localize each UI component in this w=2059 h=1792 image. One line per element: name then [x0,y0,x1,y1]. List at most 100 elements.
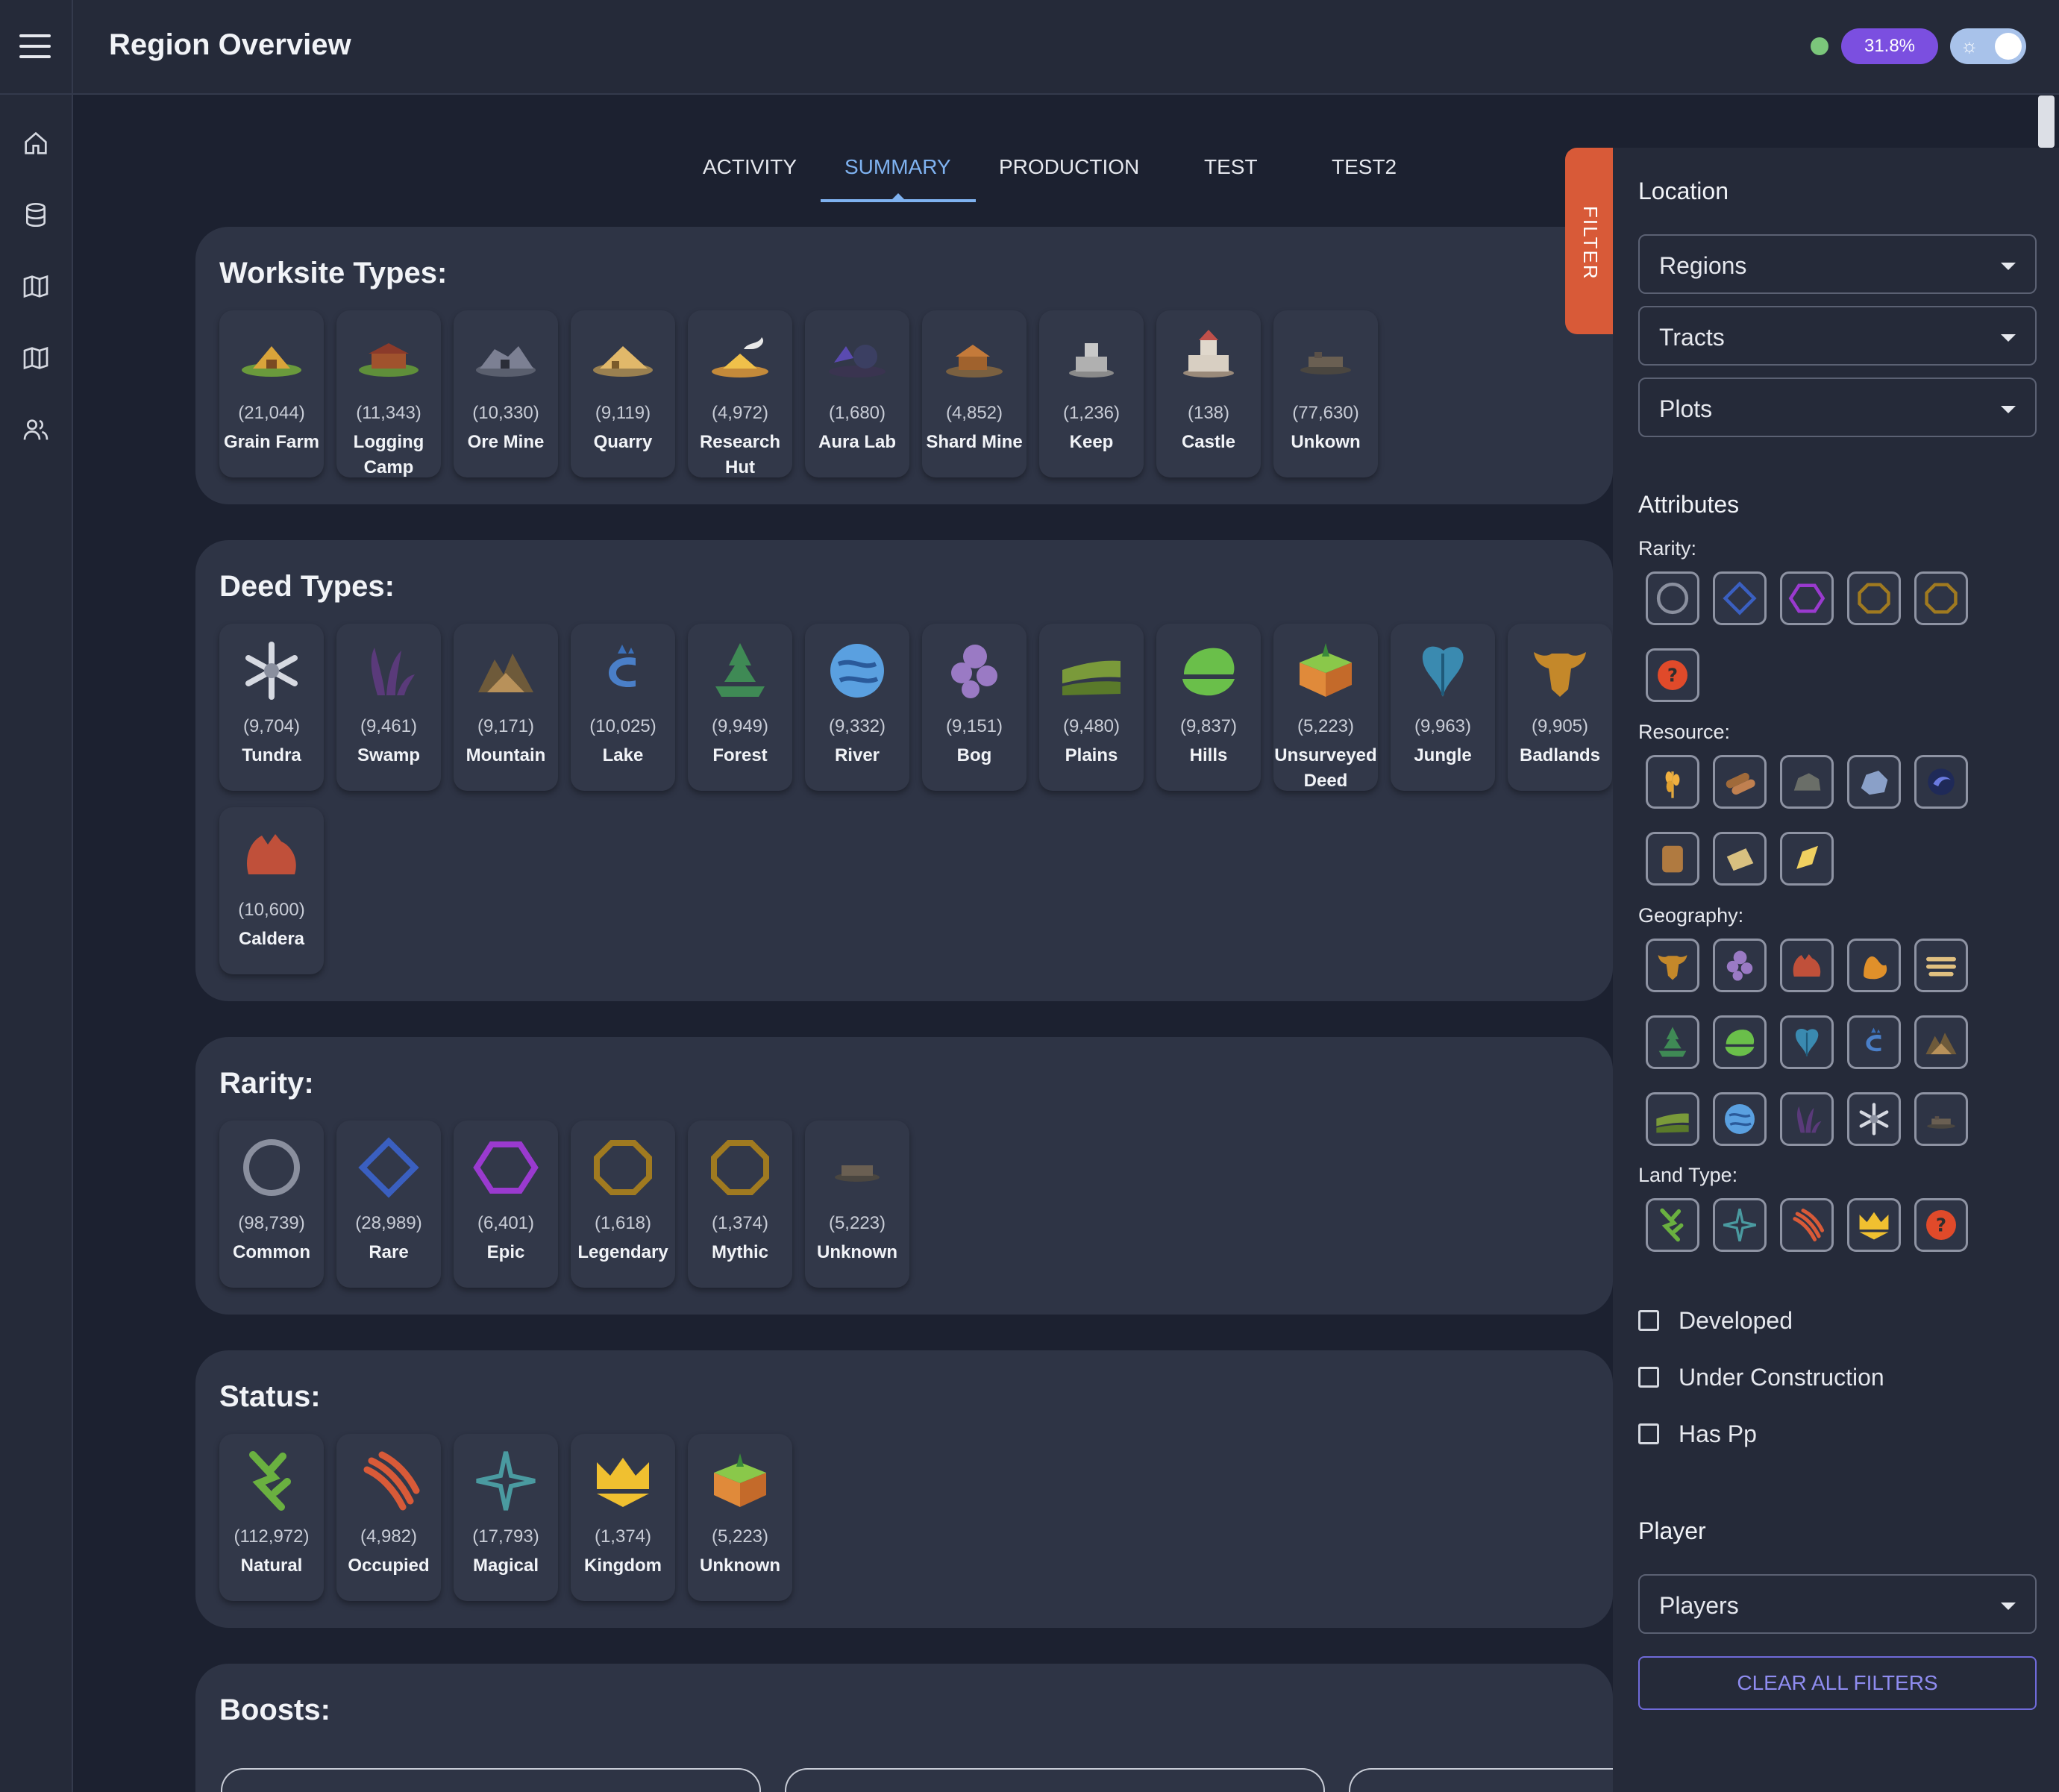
summary-card-unknown[interactable]: (5,223) Unknown [805,1121,909,1288]
scrollbar-thumb[interactable] [2038,95,2055,148]
regions-select[interactable]: Regions [1638,234,2037,294]
filter-chip-question-icon[interactable]: ? [1646,648,1699,702]
summary-card-rare[interactable]: (28,989) Rare [336,1121,441,1288]
summary-card-river[interactable]: (9,332) River [805,624,909,791]
summary-card-badlands[interactable]: (9,905) Badlands [1508,624,1612,791]
developed-checkbox[interactable] [1638,1310,1659,1331]
summary-card-lake[interactable]: (10,025) Lake [571,624,675,791]
tab-production[interactable]: PRODUCTION [999,155,1139,179]
filter-chip-kingdom-crown-icon[interactable] [1847,1198,1901,1252]
summary-card-grain-farm[interactable]: (21,044) Grain Farm [219,310,324,477]
map-icon[interactable] [21,272,51,301]
summary-card-swamp[interactable]: (9,461) Swamp [336,624,441,791]
summary-card-epic[interactable]: (6,401) Epic [454,1121,558,1288]
card-label: Epic [486,1242,525,1262]
filter-chip-aura-icon[interactable] [1914,755,1968,809]
summary-card-tundra[interactable]: (9,704) Tundra [219,624,324,791]
filter-chip-caldera-icon[interactable] [1780,939,1834,992]
plots-select[interactable]: Plots [1638,377,2037,437]
tracts-select[interactable]: Tracts [1638,306,2037,366]
filter-chip-wood-icon[interactable] [1713,755,1767,809]
summary-card-keep[interactable]: (1,236) Keep [1039,310,1144,477]
filter-chip-plains-icon[interactable] [1646,1092,1699,1146]
summary-card-research-hut[interactable]: (4,972) Research Hut [688,310,792,477]
summary-card-natural[interactable]: (112,972) Natural [219,1434,324,1601]
filter-chip-shard-icon[interactable] [1780,832,1834,886]
filter-chip-wheat-icon[interactable] [1646,755,1699,809]
filter-chip-occupied-icon[interactable] [1780,1198,1834,1252]
summary-card-castle[interactable]: (138) Castle [1156,310,1261,477]
filter-chip-food-icon[interactable] [1646,832,1699,886]
summary-card-forest[interactable]: (9,949) Forest [688,624,792,791]
summary-card-legendary[interactable]: (1,618) Legendary [571,1121,675,1288]
summary-card-shard-mine[interactable]: (4,852) Shard Mine [922,310,1027,477]
filter-chip-jungle-icon[interactable] [1780,1015,1834,1069]
filter-chip-mythic-octagon-icon[interactable] [1914,571,1968,625]
filter-chip-natural-icon[interactable] [1646,1198,1699,1252]
clear-all-filters-button[interactable]: CLEAR ALL FILTERS [1638,1656,2037,1710]
occupied-icon [355,1447,422,1514]
filter-chip-hills-icon[interactable] [1713,1015,1767,1069]
theme-toggle[interactable]: ☼ [1950,28,2026,64]
filter-chip-rare-diamond-icon[interactable] [1713,571,1767,625]
card-count: (138) [1187,403,1230,423]
filter-chip-canyon-icon[interactable] [1847,939,1901,992]
rarity-panel: Rarity: (98,739) Common (28,989) Rare (6,401… [195,1037,1613,1315]
users-icon[interactable] [21,415,51,445]
summary-card-mountain[interactable]: (9,171) Mountain [454,624,558,791]
filter-chip-badlands-chip-icon[interactable] [1646,939,1699,992]
filter-chip-magical-icon[interactable] [1713,1198,1767,1252]
filter-chip-unknown-site-icon[interactable] [1914,1092,1968,1146]
filter-chip-stone-icon[interactable] [1780,755,1834,809]
filter-chip-legendary-octagon-icon[interactable] [1847,571,1901,625]
card-count: (9,480) [1062,716,1121,736]
filter-chip-desert-icon[interactable] [1914,939,1968,992]
under-construction-checkbox[interactable] [1638,1367,1659,1388]
filter-chip-research-icon[interactable] [1713,832,1767,886]
card-count: (9,171) [477,716,535,736]
summary-card-hills[interactable]: (9,837) Hills [1156,624,1261,791]
tab-summary[interactable]: SUMMARY [844,155,951,179]
players-select[interactable]: Players [1638,1574,2037,1634]
filter-chip-river-icon[interactable] [1713,1092,1767,1146]
filter-chip-epic-hexagon-icon[interactable] [1780,571,1834,625]
filter-chip-tundra-icon[interactable] [1847,1092,1901,1146]
summary-card-logging-camp[interactable]: (11,343) Logging Camp [336,310,441,477]
filter-chip-swamp-icon[interactable] [1780,1092,1834,1146]
tab-activity[interactable]: ACTIVITY [703,155,797,179]
card-label: Plains [1065,745,1118,765]
map-alt-icon[interactable] [21,343,51,373]
summary-card-bog[interactable]: (9,151) Bog [922,624,1027,791]
summary-card-common[interactable]: (98,739) Common [219,1121,324,1288]
filter-chip-mountain-icon[interactable] [1914,1015,1968,1069]
home-icon[interactable] [21,128,51,158]
filter-chip-bog-icon[interactable] [1713,939,1767,992]
summary-card-quarry[interactable]: (9,119) Quarry [571,310,675,477]
filter-chip-lake-icon[interactable] [1847,1015,1901,1069]
summary-card-plains[interactable]: (9,480) Plains [1039,624,1144,791]
summary-card-kingdom[interactable]: (1,374) Kingdom [571,1434,675,1601]
menu-icon[interactable] [19,34,51,60]
filter-tab[interactable]: FILTER [1565,148,1614,334]
tab-test2[interactable]: TEST2 [1332,155,1397,179]
summary-card-mythic[interactable]: (1,374) Mythic [688,1121,792,1288]
mountain-icon [472,637,539,704]
card-label: Keep [1069,432,1114,452]
filter-chip-ore-icon[interactable] [1847,755,1901,809]
summary-card-magical[interactable]: (17,793) Magical [454,1434,558,1601]
filter-chip-forest-icon[interactable] [1646,1015,1699,1069]
summary-card-ore-mine[interactable]: (10,330) Ore Mine [454,310,558,477]
ore-mine-icon [472,324,539,391]
summary-card-unsurveyed-deed[interactable]: (5,223) Unsurveyed Deed [1273,624,1378,791]
filter-chip-question-icon[interactable]: ? [1914,1198,1968,1252]
summary-card-unknown[interactable]: (5,223) Unknown [688,1434,792,1601]
summary-card-aura-lab[interactable]: (1,680) Aura Lab [805,310,909,477]
summary-card-unkown[interactable]: (77,630) Unkown [1273,310,1378,477]
tab-test[interactable]: TEST [1204,155,1258,179]
has-pp-checkbox[interactable] [1638,1423,1659,1444]
summary-card-jungle[interactable]: (9,963) Jungle [1391,624,1495,791]
database-icon[interactable] [21,200,51,230]
summary-card-caldera[interactable]: (10,600) Caldera [219,807,324,974]
filter-chip-common-circle-icon[interactable] [1646,571,1699,625]
summary-card-occupied[interactable]: (4,982) Occupied [336,1434,441,1601]
